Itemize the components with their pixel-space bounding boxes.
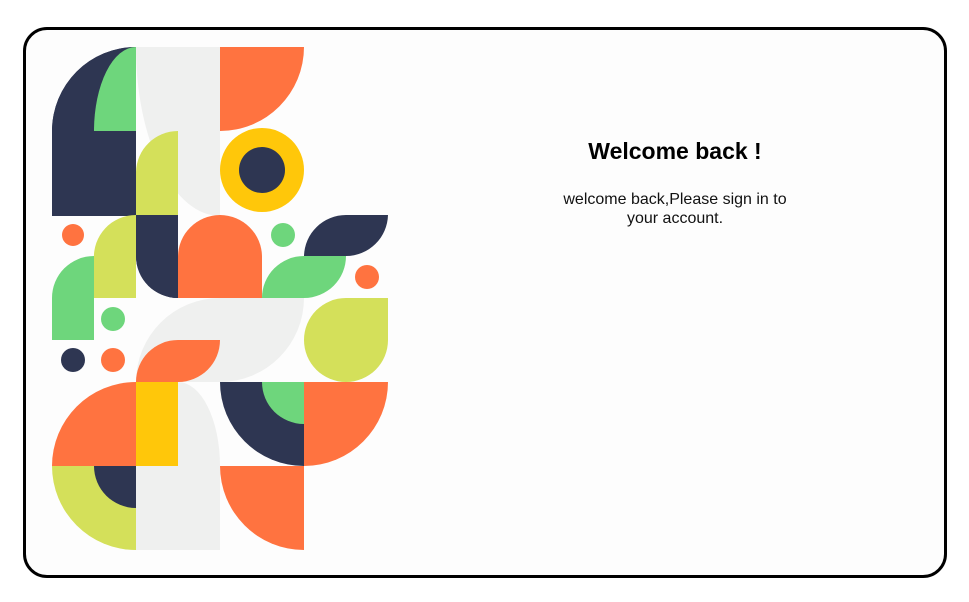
- welcome-section: Welcome back ! welcome back,Please sign …: [520, 138, 830, 228]
- welcome-subtitle: welcome back,Please sign in to your acco…: [563, 190, 787, 227]
- welcome-title: Welcome back !: [588, 138, 762, 164]
- login-card: Welcome back ! welcome back,Please sign …: [23, 27, 947, 578]
- geometric-illustration: [46, 42, 406, 552]
